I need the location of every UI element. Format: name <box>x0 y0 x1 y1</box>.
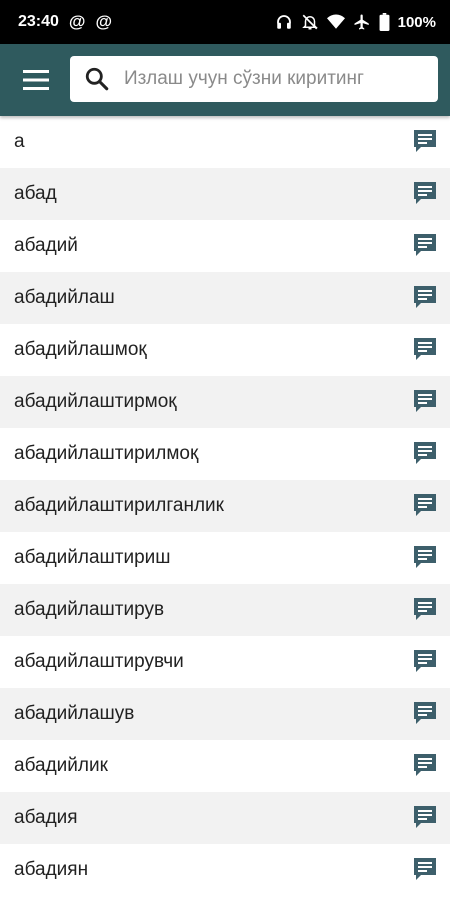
list-item[interactable]: абадийлаштирувчи <box>0 636 450 688</box>
list-item[interactable]: абадиян <box>0 844 450 896</box>
word-label: абадий <box>14 235 78 256</box>
battery-percent: 100% <box>397 13 436 31</box>
word-label: абадийлаштирилганлик <box>14 495 224 516</box>
list-item[interactable]: абадия <box>0 792 450 844</box>
list-item[interactable]: абад <box>0 168 450 220</box>
list-item[interactable]: абадийлаш <box>0 272 450 324</box>
definition-icon[interactable] <box>412 544 438 572</box>
notification-icon: @ <box>95 12 113 31</box>
word-label: а <box>14 131 25 152</box>
hamburger-menu-icon <box>23 70 49 90</box>
word-label: абадийлаштирмоқ <box>14 391 177 412</box>
list-item[interactable]: абадийлашув <box>0 688 450 740</box>
battery-icon <box>379 13 390 31</box>
status-right: 100% <box>275 13 436 31</box>
word-list: а абад абадий абадийлаш абадийлашмоқ аба… <box>0 116 450 896</box>
list-item[interactable]: а <box>0 116 450 168</box>
wifi-icon <box>326 14 345 29</box>
search-input[interactable] <box>122 67 426 91</box>
definition-icon[interactable] <box>412 648 438 676</box>
search-icon <box>85 67 109 91</box>
list-item[interactable]: абадийлаштирув <box>0 584 450 636</box>
word-label: абадийлашмоқ <box>14 339 147 360</box>
definition-icon[interactable] <box>412 180 438 208</box>
definition-icon[interactable] <box>412 596 438 624</box>
definition-icon[interactable] <box>412 804 438 832</box>
list-item[interactable]: абадийлашмоқ <box>0 324 450 376</box>
word-label: абадийлашув <box>14 703 135 724</box>
status-bar: 23:40 @ @ 100% <box>0 0 450 44</box>
list-item[interactable]: абадийлаштирмоқ <box>0 376 450 428</box>
list-item[interactable]: абадийлаштирилганлик <box>0 480 450 532</box>
status-time: 23:40 <box>18 13 59 30</box>
definition-icon[interactable] <box>412 752 438 780</box>
definition-icon[interactable] <box>412 388 438 416</box>
menu-button[interactable] <box>16 62 56 98</box>
word-label: абадийлаш <box>14 287 115 308</box>
list-item[interactable]: абадийлаштириш <box>0 532 450 584</box>
headphones-icon <box>276 15 291 29</box>
status-left: 23:40 @ @ <box>18 12 112 32</box>
word-label: абадийлаштирилмоқ <box>14 443 199 464</box>
word-label: абадиян <box>14 859 89 880</box>
word-label: абад <box>14 183 57 204</box>
word-label: абадийлаштириш <box>14 547 171 568</box>
list-item[interactable]: абадийлаштирилмоқ <box>0 428 450 480</box>
definition-icon[interactable] <box>412 440 438 468</box>
list-item[interactable]: абадий <box>0 220 450 272</box>
airplane-icon <box>354 14 369 30</box>
notification-icon: @ <box>68 12 86 31</box>
definition-icon[interactable] <box>412 336 438 364</box>
definition-icon[interactable] <box>412 492 438 520</box>
app-toolbar <box>0 44 450 116</box>
search-box[interactable] <box>70 56 438 102</box>
definition-icon[interactable] <box>412 232 438 260</box>
definition-icon[interactable] <box>412 284 438 312</box>
word-label: абадийлаштирувчи <box>14 651 184 672</box>
definition-icon[interactable] <box>412 856 438 884</box>
bell-off-icon <box>301 14 318 30</box>
list-item[interactable]: абадийлик <box>0 740 450 792</box>
word-label: абадийлаштирув <box>14 599 165 620</box>
word-label: абадийлик <box>14 755 108 776</box>
word-label: абадия <box>14 807 78 828</box>
definition-icon[interactable] <box>412 128 438 156</box>
definition-icon[interactable] <box>412 700 438 728</box>
